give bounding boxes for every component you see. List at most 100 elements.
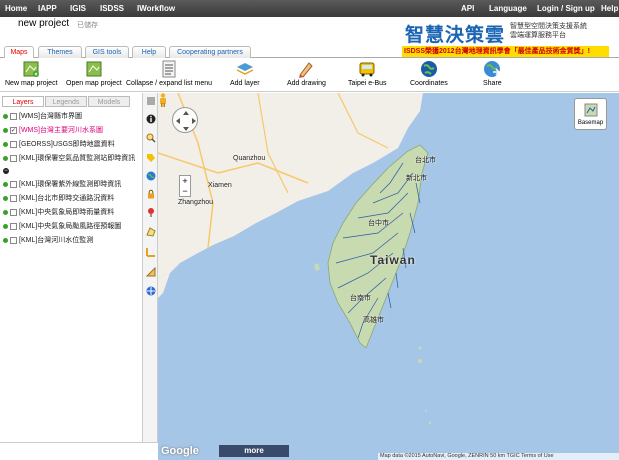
- saved-status: 已儲存: [77, 22, 98, 29]
- layer-checkbox[interactable]: [10, 236, 17, 244]
- new-map-project-label: New map project: [5, 80, 58, 87]
- lock-icon[interactable]: [146, 189, 156, 199]
- tab-legends[interactable]: Legends: [45, 96, 87, 107]
- layer-checkbox[interactable]: [10, 208, 17, 216]
- layer-label: [WMS]台灣主要河川水系圖: [19, 127, 103, 134]
- nav-iworkflow[interactable]: IWorkflow: [137, 4, 175, 13]
- layer-checkbox[interactable]: [10, 180, 17, 188]
- map-label-xiamen: Xiamen: [208, 182, 232, 189]
- search-icon[interactable]: [146, 133, 156, 143]
- layer-checkbox[interactable]: [10, 140, 17, 148]
- open-map-project-label: Open map project: [66, 80, 122, 87]
- tag-icon[interactable]: [146, 153, 156, 163]
- basemap-button[interactable]: Basemap: [574, 98, 607, 130]
- layer-item[interactable]: [KML]環保署紫外線監測即時資訊: [3, 179, 121, 191]
- taipei-ebus-button[interactable]: Taipei e-Bus: [348, 60, 387, 87]
- map-canvas[interactable]: Quanzhou Xiamen Zhangzhou Taiwan 台北市 新北市…: [158, 93, 619, 460]
- layer-item[interactable]: [KML]環保署空氣品質監測站即時資訊: [3, 153, 135, 165]
- layer-panel: Layers Legends Models [WMS]台灣縣市界圖 ✓ [WMS]台…: [0, 93, 143, 442]
- globe-icon: [420, 61, 437, 77]
- islet: [425, 410, 427, 412]
- new-map-icon: [23, 61, 40, 77]
- announcement-banner[interactable]: ISDSS榮獲2012台灣地理資訊學會「最佳產品技術金質獎」!: [402, 46, 609, 57]
- nav-language[interactable]: Language: [489, 4, 527, 13]
- tab-models[interactable]: Models: [88, 96, 130, 107]
- network-icon[interactable]: [146, 286, 156, 296]
- layer-label: [KML]中央氣象局颱風路徑預報圖: [19, 223, 122, 230]
- layer-item[interactable]: [KML]中央氣象局即時雨量資料: [3, 207, 114, 219]
- new-map-project-button[interactable]: New map project: [5, 60, 58, 87]
- layer-status-dot-icon: [3, 127, 8, 133]
- layer-checkbox[interactable]: [10, 154, 17, 162]
- tab-layers[interactable]: Layers: [2, 96, 44, 107]
- nav-igis[interactable]: IGIS: [70, 4, 86, 13]
- layer-item[interactable]: [WMS]台灣縣市界圖: [3, 111, 82, 123]
- collapse-expand-list-button[interactable]: Collapse / expand list menu: [126, 60, 212, 87]
- toolbar: New map project Open map project Collaps…: [0, 58, 619, 92]
- map-label-kaohsiung: 高雄市: [363, 317, 384, 324]
- lanyu-island: [418, 359, 422, 363]
- line-tool-icon[interactable]: [146, 247, 156, 257]
- layer-status-dot-icon: [3, 209, 8, 215]
- coordinates-label: Coordinates: [410, 80, 448, 87]
- ruler-icon[interactable]: [146, 267, 156, 277]
- share-button[interactable]: Share: [483, 60, 502, 87]
- zoom-out-button[interactable]: −: [180, 186, 190, 196]
- layer-item[interactable]: [GEORSS]USGS即時地震資料: [3, 139, 115, 151]
- map-graphic: [158, 93, 432, 425]
- islet: [428, 421, 432, 425]
- open-map-project-button[interactable]: Open map project: [66, 60, 122, 87]
- nav-help[interactable]: Help: [601, 4, 618, 13]
- green-island: [418, 346, 422, 350]
- layer-item[interactable]: ✓ [WMS]台灣主要河川水系圖: [3, 125, 103, 137]
- more-button[interactable]: more: [219, 445, 289, 457]
- drawing-icon: [299, 62, 314, 78]
- earth-icon[interactable]: [146, 171, 156, 181]
- collapse-group-icon[interactable]: −: [3, 168, 9, 174]
- google-logo: Google: [161, 445, 199, 457]
- basemap-label: Basemap: [577, 120, 604, 126]
- nav-login[interactable]: Login / Sign up: [537, 4, 595, 13]
- coordinates-button[interactable]: Coordinates: [410, 60, 448, 87]
- street-view-pegman-icon[interactable]: [158, 93, 168, 107]
- basemap-icon: [584, 103, 598, 117]
- nav-home[interactable]: Home: [5, 4, 27, 13]
- pan-control[interactable]: [172, 107, 198, 133]
- map-attribution: Map data ©2015 AutoNavi, Google, ZENRIN …: [378, 453, 619, 460]
- layer-status-dot-icon: [3, 141, 8, 147]
- tab-themes[interactable]: Themes: [38, 46, 82, 58]
- tab-help[interactable]: Help: [132, 46, 166, 58]
- layer-properties-icon[interactable]: [146, 96, 156, 106]
- taipei-ebus-label: Taipei e-Bus: [348, 80, 387, 87]
- add-drawing-button[interactable]: Add drawing: [287, 60, 326, 87]
- top-nav-bar: Home IAPP IGIS ISDSS IWorkflow API Langu…: [0, 0, 619, 17]
- layer-status-dot-icon: [3, 195, 8, 201]
- layer-checkbox[interactable]: [10, 194, 17, 202]
- layer-label: [KML]環保署紫外線監測即時資訊: [19, 181, 122, 188]
- add-layer-button[interactable]: Add layer: [230, 60, 260, 87]
- marker-icon[interactable]: [146, 207, 156, 217]
- layer-checkbox[interactable]: [10, 222, 17, 230]
- tab-gis-tools[interactable]: GIS tools: [85, 46, 129, 58]
- tab-maps[interactable]: Maps: [4, 46, 34, 58]
- zoom-in-button[interactable]: +: [180, 176, 190, 186]
- nav-isdss[interactable]: ISDSS: [100, 4, 124, 13]
- layer-checkbox[interactable]: [10, 112, 17, 120]
- layer-status-dot-icon: [3, 181, 8, 187]
- polygon-icon[interactable]: [146, 227, 156, 237]
- layer-item[interactable]: [KML]台北市即時交通路況資料: [3, 193, 114, 205]
- layer-checkbox[interactable]: ✓: [10, 126, 17, 134]
- nav-iapp[interactable]: IAPP: [38, 4, 57, 13]
- bottom-strip: [0, 442, 158, 460]
- layer-item[interactable]: [KML]中央氣象局颱風路徑預報圖: [3, 221, 121, 233]
- info-icon[interactable]: [146, 114, 156, 124]
- list-menu-icon: [162, 60, 176, 78]
- nav-api[interactable]: API: [461, 4, 474, 13]
- project-title[interactable]: new project: [18, 18, 69, 29]
- tab-cooperating-partners[interactable]: Cooperating partners: [169, 46, 251, 58]
- share-label: Share: [483, 80, 502, 87]
- layer-status-dot-icon: [3, 223, 8, 229]
- map-label-taiwan: Taiwan: [370, 253, 416, 267]
- layer-status-dot-icon: [3, 155, 8, 161]
- layer-item[interactable]: [KML]台灣河川水位監測: [3, 235, 93, 247]
